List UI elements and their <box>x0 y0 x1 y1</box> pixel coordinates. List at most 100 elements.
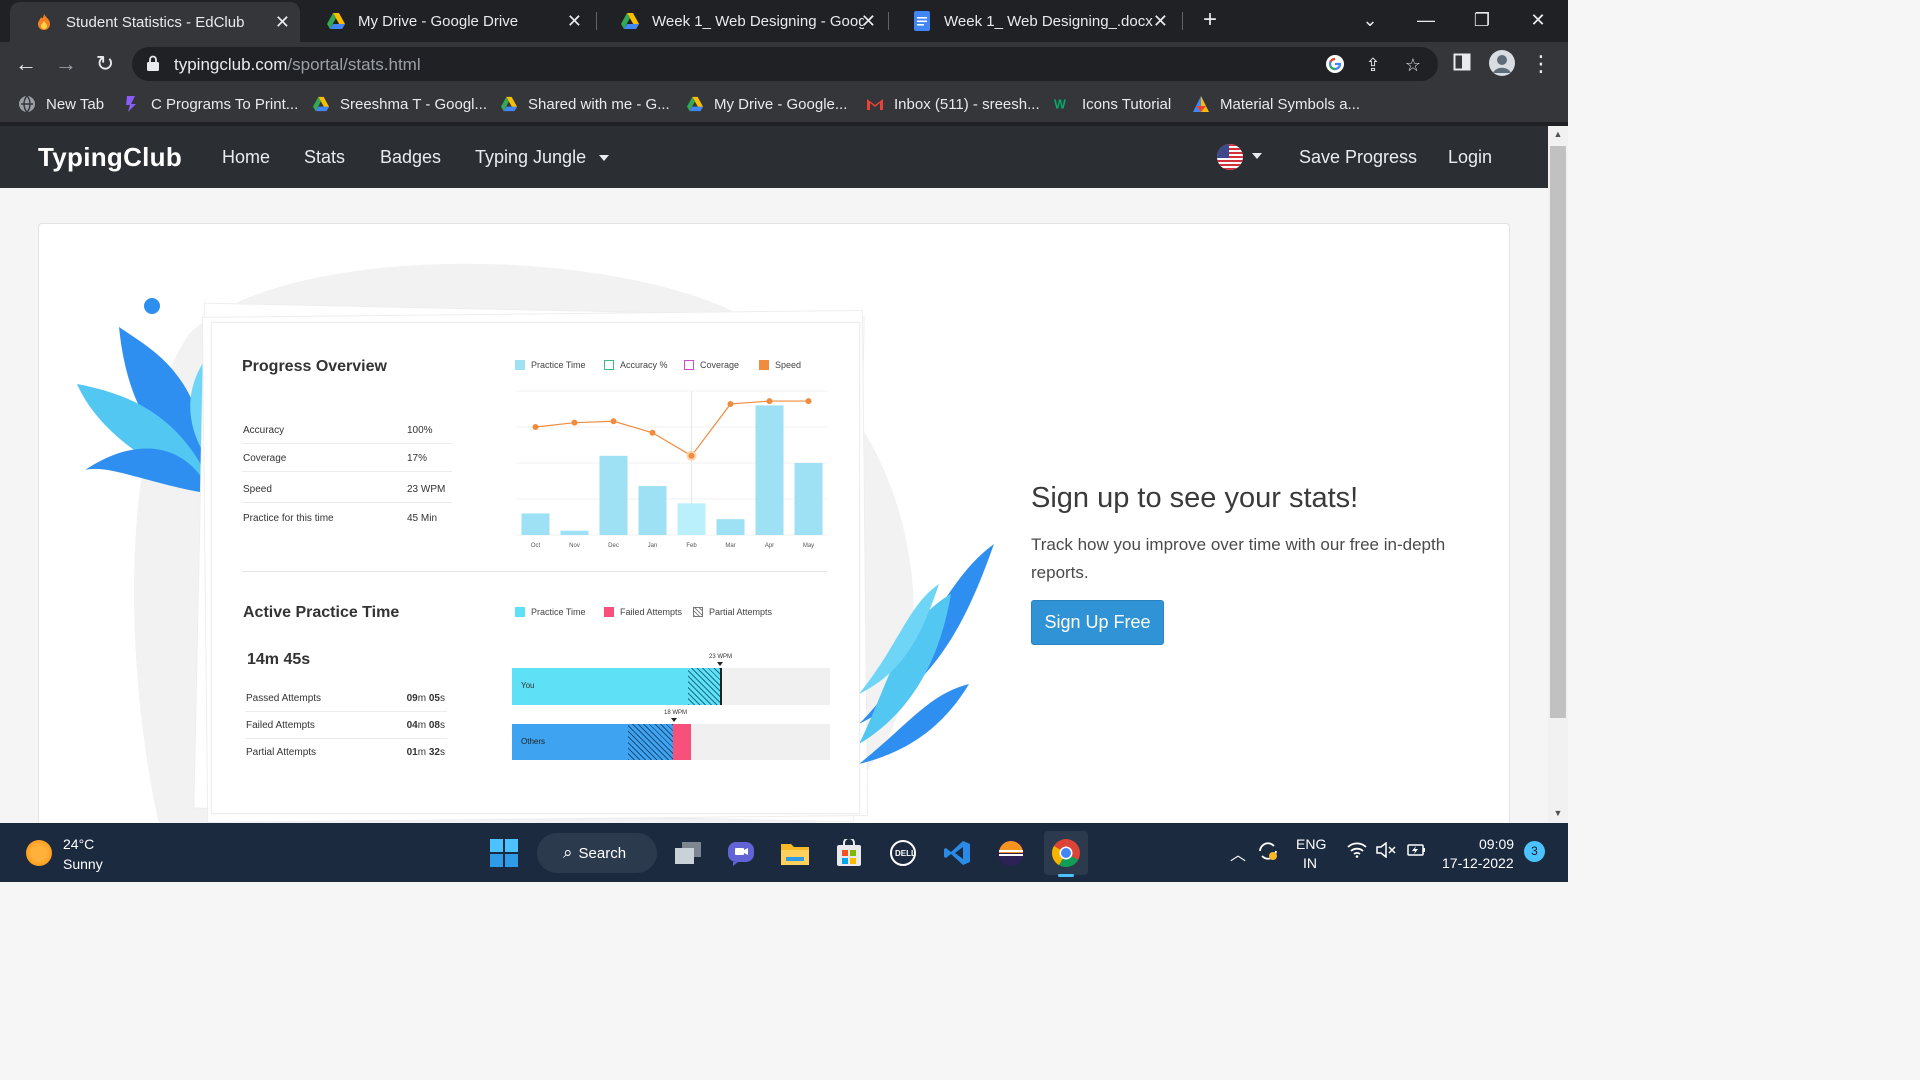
browser-tab-week1-docx[interactable]: Week 1_ Web Designing_.docx - G ✕ <box>888 0 1178 42</box>
browser-tab-week1-drive[interactable]: Week 1_ Web Designing - Google ✕ <box>596 0 886 42</box>
nav-typing-jungle[interactable]: Typing Jungle <box>475 147 610 168</box>
language-indicator-top[interactable]: ENG <box>1296 836 1326 852</box>
clock-date[interactable]: 17-12-2022 <box>1442 855 1514 871</box>
sign-up-free-button[interactable]: Sign Up Free <box>1031 600 1164 645</box>
bookmark-icons-tutorial[interactable]: W Icons Tutorial <box>1054 93 1171 115</box>
wifi-icon[interactable] <box>1347 842 1367 861</box>
bookmark-label: My Drive - Google... <box>714 95 848 113</box>
language-caret-icon[interactable] <box>1252 153 1262 159</box>
lock-icon <box>147 55 159 71</box>
bookmark-inbox[interactable]: Inbox (511) - sreesh... <box>866 93 1040 115</box>
browser-tab-student-statistics[interactable]: Student Statistics - EdClub ✕ <box>10 2 300 42</box>
teams-chat-icon[interactable] <box>722 834 760 872</box>
google-lens-icon[interactable] <box>1324 54 1346 76</box>
weather-condition[interactable]: Sunny <box>63 856 103 872</box>
scroll-thumb[interactable] <box>1550 146 1566 718</box>
microsoft-store-icon[interactable] <box>830 834 868 872</box>
stat-row: Speed 23 WPM <box>242 474 452 503</box>
gmail-icon <box>866 95 884 113</box>
attempt-label: Failed Attempts <box>246 720 315 731</box>
speed-point <box>610 418 617 425</box>
battery-charging-icon[interactable] <box>1405 842 1427 861</box>
file-explorer-icon[interactable] <box>776 834 814 872</box>
google-drive-icon <box>620 11 640 31</box>
site-navbar: TypingClub Home Stats Badges Typing Jung… <box>0 126 1548 188</box>
browser-tab-my-drive[interactable]: My Drive - Google Drive ✕ <box>302 0 592 42</box>
search-icon: ⌕ <box>563 843 573 862</box>
attempt-value: 01m 32s <box>406 747 445 758</box>
tab-search-chevron-icon[interactable]: ⌄ <box>1350 6 1390 34</box>
volume-muted-icon[interactable] <box>1376 841 1396 861</box>
nav-badges[interactable]: Badges <box>380 147 441 168</box>
you-marker-label: 23 WPM <box>709 654 733 660</box>
page-scrollbar[interactable]: ▲ ▼ <box>1548 126 1568 823</box>
typingclub-logo[interactable]: TypingClub <box>38 142 182 173</box>
active-app-indicator <box>1058 874 1074 877</box>
sync-icon[interactable] <box>1256 839 1280 866</box>
side-panel-icon[interactable] <box>1448 50 1476 78</box>
scroll-up-arrow-icon[interactable]: ▲ <box>1552 129 1564 141</box>
restore-icon[interactable]: ❐ <box>1462 6 1502 34</box>
login-link[interactable]: Login <box>1448 147 1492 168</box>
weather-temperature[interactable]: 24°C <box>63 836 94 852</box>
close-tab-icon[interactable]: ✕ <box>861 11 876 32</box>
language-indicator-bottom[interactable]: IN <box>1303 855 1317 871</box>
dell-icon[interactable]: DELL <box>884 834 922 872</box>
chrome-taskbar-icon[interactable] <box>1044 831 1088 875</box>
back-arrow-icon[interactable]: ← <box>12 50 40 78</box>
legend-label: Accuracy % <box>620 360 668 370</box>
tab-title: My Drive - Google Drive <box>358 12 519 30</box>
close-tab-icon[interactable]: ✕ <box>567 11 582 32</box>
new-tab-plus-icon[interactable]: + <box>1196 6 1224 34</box>
bookmark-sreeshma-drive[interactable]: Sreeshma T - Googl... <box>312 93 487 115</box>
stat-label: Accuracy <box>243 425 285 436</box>
forward-arrow-icon[interactable]: → <box>52 50 80 78</box>
share-icon[interactable]: ⇪ <box>1362 54 1384 76</box>
sun-weather-icon[interactable] <box>26 840 52 866</box>
us-flag-icon[interactable] <box>1217 144 1243 170</box>
google-docs-icon <box>912 11 932 31</box>
address-bar[interactable]: typingclub.com/sportal/stats.html ⇪ ☆ <box>132 47 1438 81</box>
x-tick-label: Mar <box>725 543 735 549</box>
windows-taskbar: 24°C Sunny ⌕ Search DELL ︿ ENG IN 09:09 … <box>0 823 1568 882</box>
windows-start-icon[interactable] <box>485 834 523 872</box>
nav-home[interactable]: Home <box>222 147 270 168</box>
minimize-icon[interactable]: — <box>1406 6 1446 34</box>
bookmark-new-tab[interactable]: New Tab <box>18 93 104 115</box>
taskbar-search[interactable]: ⌕ Search <box>537 833 657 873</box>
bookmark-star-icon[interactable]: ☆ <box>1402 54 1424 76</box>
eclipse-icon[interactable] <box>992 834 1030 872</box>
others-bar-partial <box>628 724 673 760</box>
legend-accuracy: Accuracy % <box>604 360 668 370</box>
bookmark-my-drive[interactable]: My Drive - Google... <box>686 93 847 115</box>
bookmark-c-programs[interactable]: C Programs To Print... <box>123 93 298 115</box>
practice-time-bar <box>560 530 589 535</box>
speed-point <box>649 429 656 436</box>
close-tab-icon[interactable]: ✕ <box>1153 11 1168 32</box>
notification-badge[interactable]: 3 <box>1524 841 1545 862</box>
legend-practice-time: Practice Time <box>515 360 586 370</box>
stat-row: Coverage 17% <box>242 443 452 472</box>
close-tab-icon[interactable]: ✕ <box>275 12 290 33</box>
clock-time[interactable]: 09:09 <box>1479 836 1514 852</box>
legend-practice-time-bottom: Practice Time <box>515 607 586 617</box>
reload-icon[interactable]: ↻ <box>91 50 119 78</box>
stat-value: 45 Min <box>407 513 438 524</box>
tray-overflow-chevron-icon[interactable]: ︿ <box>1230 841 1246 865</box>
save-progress-link[interactable]: Save Progress <box>1299 147 1417 168</box>
task-view-icon[interactable] <box>669 834 707 872</box>
browser-menu-icon[interactable]: ⋮ <box>1527 50 1555 78</box>
profile-avatar[interactable] <box>1488 49 1516 77</box>
bookmark-material-symbols[interactable]: Material Symbols a... <box>1192 93 1360 115</box>
close-window-icon[interactable]: ✕ <box>1518 6 1558 34</box>
bookmark-shared-with-me[interactable]: Shared with me - G... <box>500 93 670 115</box>
svg-text:W: W <box>1054 98 1066 112</box>
nav-stats[interactable]: Stats <box>304 147 345 168</box>
scroll-down-arrow-icon[interactable]: ▼ <box>1552 808 1564 820</box>
bookmark-logo-icon <box>123 95 141 113</box>
vscode-icon[interactable] <box>938 834 976 872</box>
section-divider <box>242 571 827 572</box>
signup-heading: Sign up to see your stats! <box>1031 482 1359 514</box>
speed-point <box>766 398 773 405</box>
legend-swatch <box>684 360 694 370</box>
